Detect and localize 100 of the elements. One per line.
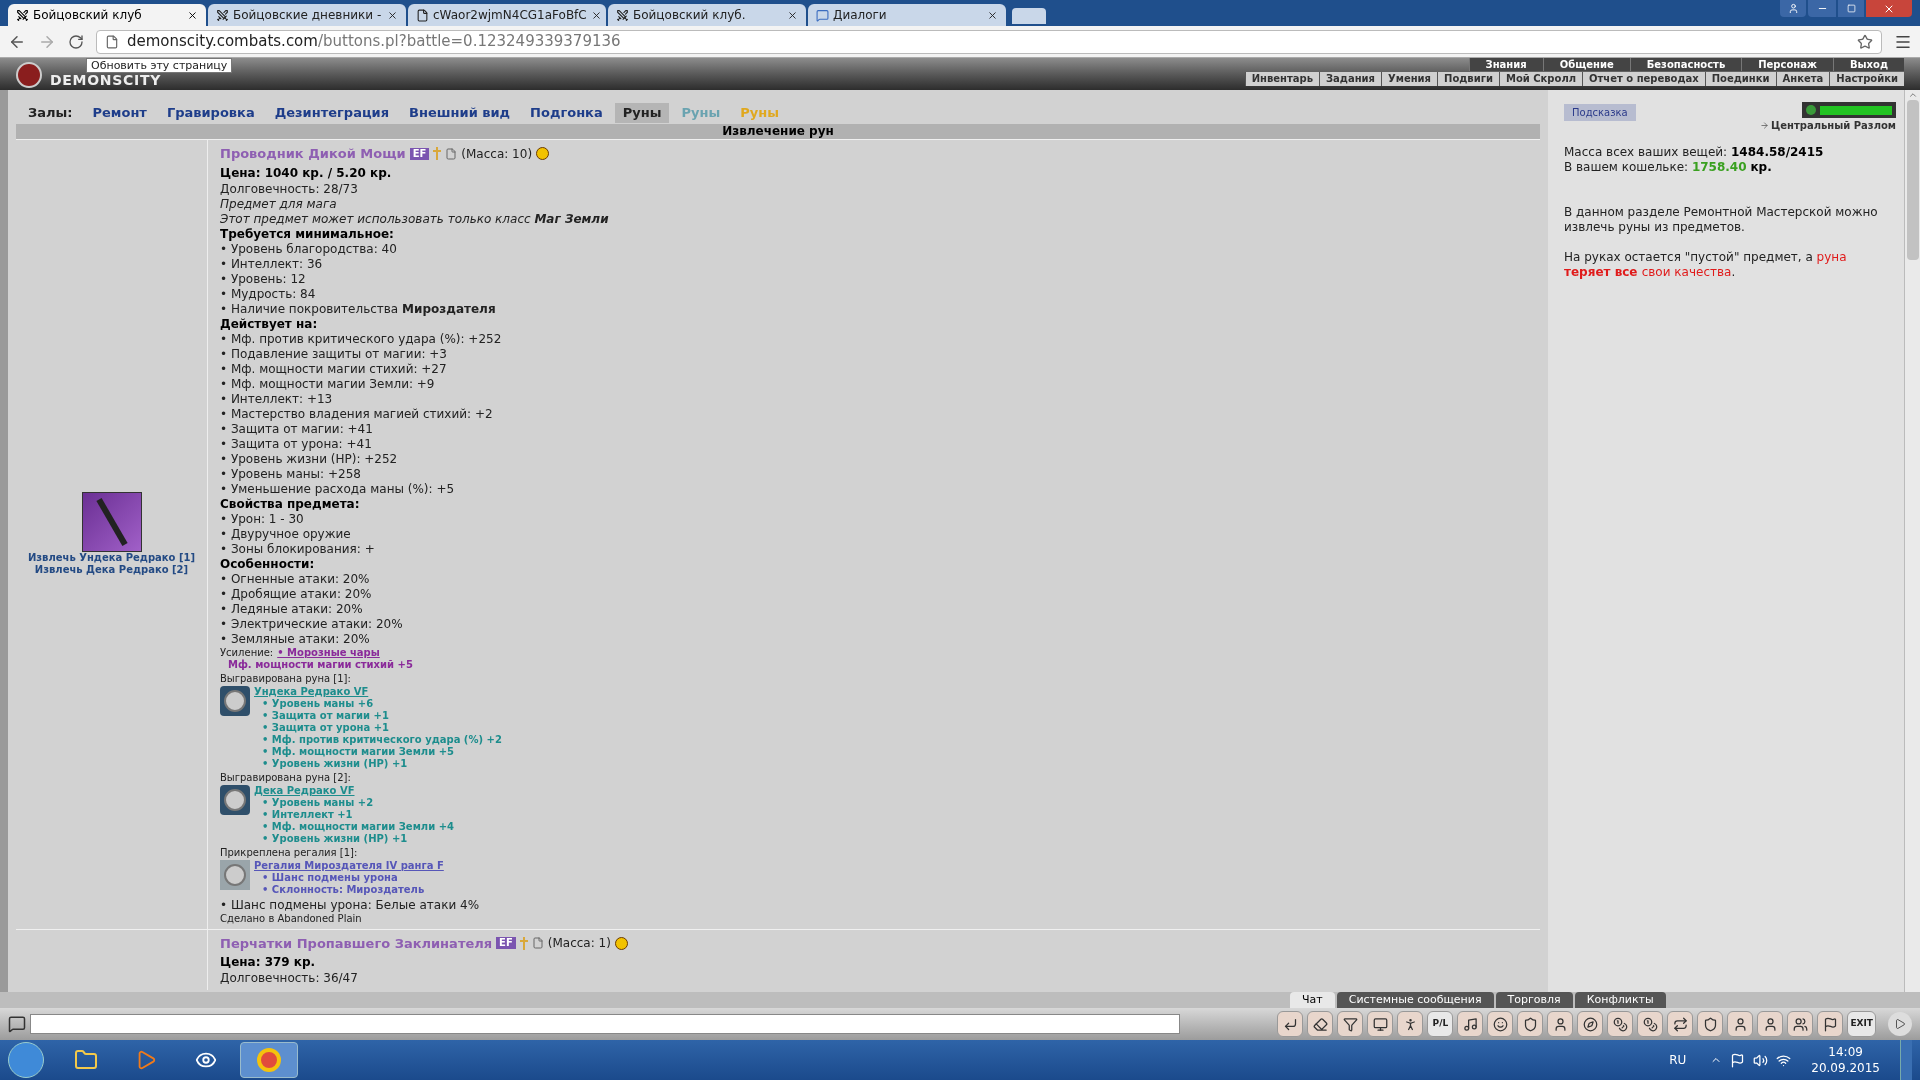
play-icon[interactable] <box>1888 1012 1912 1036</box>
clock-date[interactable]: 20.09.2015 <box>1811 1060 1880 1076</box>
item-badge: EF <box>496 937 516 950</box>
menu-link[interactable]: Персонаж <box>1741 58 1833 71</box>
toolbar-icon[interactable] <box>1757 1011 1784 1037</box>
hall-tab[interactable]: Подгонка <box>522 103 611 123</box>
bookmark-star-icon[interactable] <box>1857 33 1873 50</box>
reload-icon[interactable] <box>68 33 84 50</box>
language-indicator[interactable]: RU <box>1669 1051 1687 1069</box>
made-in-note: Сделано в Abandoned Plain <box>220 912 363 925</box>
toolbar-icon[interactable] <box>1787 1011 1814 1037</box>
menu-link[interactable]: Настройки <box>1829 72 1904 86</box>
menu-link[interactable]: Анкета <box>1775 72 1830 86</box>
menu-link[interactable]: Умения <box>1381 72 1438 86</box>
regalia-icon <box>220 859 250 890</box>
hall-tab[interactable]: Дезинтеграция <box>266 103 398 123</box>
clock-time[interactable]: 14:09 <box>1828 1044 1863 1060</box>
insert-stat: • Защита от магии +1 <box>261 709 390 722</box>
close-tab-icon[interactable] <box>590 9 602 21</box>
toolbar-icon[interactable] <box>1817 1011 1844 1037</box>
item-property: • Защита от урона: +41 <box>220 436 373 452</box>
hall-tab[interactable]: Руны <box>614 103 670 123</box>
item-property: Этот предмет может использовать только класс Маг Земли <box>220 211 610 227</box>
item-property: Требуется минимальное: <box>220 226 395 242</box>
item-property: • Дробящие атаки: 20% <box>220 586 373 602</box>
item-property: • Двуручное оружие <box>220 526 352 542</box>
toolbar-icon[interactable] <box>1607 1011 1634 1037</box>
toolbar-icon[interactable] <box>1547 1011 1574 1037</box>
toolbar-icon[interactable] <box>1667 1011 1694 1037</box>
maximize-icon[interactable] <box>1838 0 1864 17</box>
chat-tab[interactable]: Торговля <box>1495 992 1573 1008</box>
item-property: • Огненные атаки: 20% <box>220 571 371 587</box>
insert-stat: • Интеллект +1 <box>261 808 354 821</box>
menu-link[interactable]: Инвентарь <box>1244 72 1319 86</box>
hint-button[interactable]: Подсказка <box>1564 104 1636 121</box>
flag-icon[interactable] <box>1730 1052 1746 1068</box>
toolbar-icon[interactable] <box>1337 1011 1364 1037</box>
network-icon[interactable] <box>1776 1052 1792 1068</box>
menu-link[interactable]: Поединки <box>1704 72 1776 86</box>
toolbar-icon[interactable] <box>1517 1011 1544 1037</box>
toolbar-button[interactable]: P/L <box>1427 1011 1454 1037</box>
menu-link[interactable]: Подвиги <box>1437 72 1499 86</box>
close-tab-icon[interactable] <box>987 9 998 21</box>
rune-icon <box>220 685 250 716</box>
volume-icon[interactable] <box>1753 1052 1769 1068</box>
insert-stat: • Мф. против критического удара (%) +2 <box>261 733 502 746</box>
extract-link[interactable]: Извлечь Ундека Редрако [1] <box>27 552 196 565</box>
emblem-icon <box>16 62 42 88</box>
menu-link[interactable]: Знания <box>1468 58 1543 71</box>
location-link[interactable]: Центральный Разлом <box>1771 118 1896 133</box>
insert-stat: • Склонность: Мироздатель <box>261 883 426 896</box>
close-tab-icon[interactable] <box>187 9 198 21</box>
address-field[interactable]: demonscity.combats.com/buttons.pl?battle=0.123249339379136 <box>96 29 1882 54</box>
swords-icon <box>16 8 29 22</box>
toolbar-icon[interactable] <box>1697 1011 1724 1037</box>
item-property: • Урон: 1 - 30 <box>220 511 305 527</box>
toolbar-icon[interactable] <box>1637 1011 1664 1037</box>
menu-link[interactable]: Безопасность <box>1629 58 1742 71</box>
enhancement-link[interactable]: • Морозные чары <box>277 646 380 658</box>
browser-tab[interactable]: Бойцовский клуб <box>8 4 206 26</box>
browser-tab[interactable]: cWaor2wjmN4CG1aFoBfC <box>408 4 606 26</box>
menu-link[interactable]: Выход <box>1832 58 1904 71</box>
close-tab-icon[interactable] <box>787 9 798 21</box>
hall-tab[interactable]: Гравировка <box>158 103 263 123</box>
browser-tab[interactable]: Бойцовские дневники - <box>208 4 406 26</box>
chat-tab[interactable]: Конфликты <box>1574 992 1666 1008</box>
toolbar-icon[interactable] <box>1457 1011 1484 1037</box>
chat-input-field[interactable] <box>30 1014 1180 1034</box>
start-button[interactable] <box>8 1042 44 1078</box>
chat-tab[interactable]: Системные сообщения <box>1336 992 1494 1008</box>
browser-tab[interactable]: Бойцовский клуб. <box>608 4 806 26</box>
item-property: • Уровень жизни (HP): +252 <box>220 451 399 467</box>
scrollbar-thumb[interactable] <box>1906 100 1919 260</box>
toolbar-icon[interactable] <box>1487 1011 1514 1037</box>
hall-tab[interactable]: Ремонт <box>84 103 155 123</box>
toolbar-icon[interactable] <box>1307 1011 1334 1037</box>
toolbar-icon[interactable] <box>1727 1011 1754 1037</box>
insert-label: Прикреплена регалия [1]: <box>220 846 359 859</box>
page-icon <box>416 8 429 22</box>
cross-icon <box>519 936 528 950</box>
toolbar-icon[interactable] <box>1367 1011 1394 1037</box>
extract-link[interactable]: Извлечь Дека Редрако [2] <box>34 564 189 577</box>
close-tab-icon[interactable] <box>387 9 398 21</box>
arrow-icon <box>1760 121 1769 130</box>
toolbar-icon[interactable] <box>1577 1011 1604 1037</box>
insert-link[interactable]: Регалия Мироздателя IV ранга F <box>254 859 444 872</box>
chat-icon[interactable] <box>8 1015 26 1033</box>
toolbar-icon[interactable] <box>1277 1011 1304 1037</box>
menu-link[interactable]: Мой Скролл <box>1498 72 1583 86</box>
menu-link[interactable]: Отчет о переводах <box>1582 72 1705 86</box>
user-icon[interactable] <box>1780 0 1806 17</box>
menu-link[interactable]: Общение <box>1542 58 1630 71</box>
scrollbar[interactable] <box>1904 90 1920 992</box>
toolbar-icon[interactable] <box>1397 1011 1424 1037</box>
browser-tab[interactable]: Диалоги <box>808 4 1006 26</box>
menu-link[interactable]: Задания <box>1319 72 1382 86</box>
item-property: • Интеллект: 36 <box>220 256 324 272</box>
toolbar-button[interactable]: EXIT <box>1847 1011 1876 1037</box>
chat-tab[interactable]: Чат <box>1290 992 1335 1008</box>
hall-tab[interactable]: Внешний вид <box>401 103 519 123</box>
